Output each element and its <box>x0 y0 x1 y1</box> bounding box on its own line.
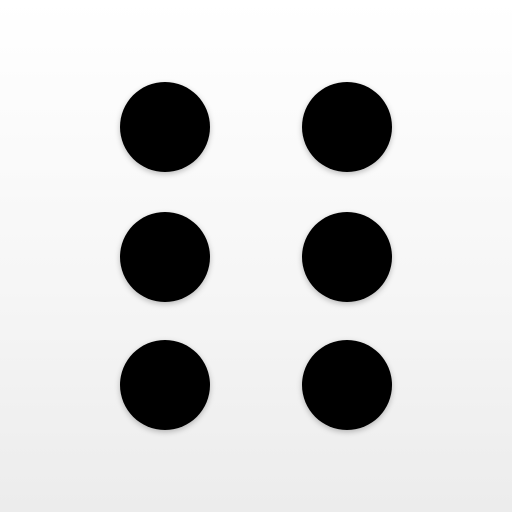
dot-5 <box>302 212 392 302</box>
app-icon-braille-six-dots <box>0 0 512 512</box>
dot-2 <box>120 212 210 302</box>
dot-3 <box>120 340 210 430</box>
dot-6 <box>302 340 392 430</box>
dot-4 <box>302 82 392 172</box>
dot-1 <box>120 82 210 172</box>
